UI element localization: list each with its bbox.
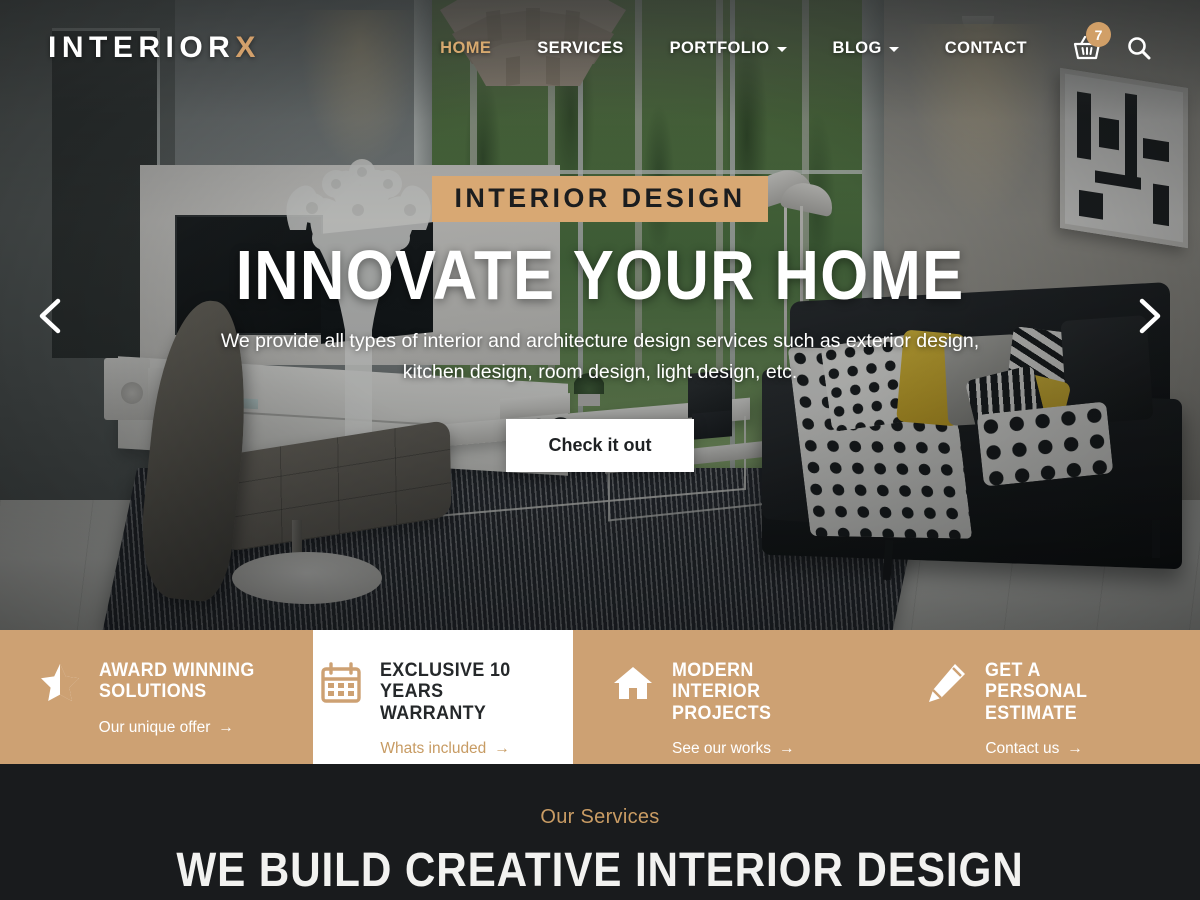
pencil-icon: [925, 662, 967, 708]
arrow-right-icon: →: [218, 718, 234, 736]
feature-title: AWARD WINNING SOLUTIONS: [98, 660, 255, 703]
nav-label: HOME: [440, 38, 492, 57]
nav-label: CONTACT: [944, 38, 1027, 57]
main-navigation: HOME SERVICES PORTFOLIO BLOG CONTACT 7: [417, 22, 1152, 63]
search-icon: [1128, 37, 1151, 60]
site-logo[interactable]: INTERIORX: [48, 31, 261, 65]
nav-label: BLOG: [832, 38, 882, 57]
calendar-icon: [320, 662, 362, 708]
nav-item-contact[interactable]: CONTACT: [922, 39, 1050, 58]
feature-link[interactable]: See our works →: [672, 740, 840, 758]
nav-item-services[interactable]: SERVICES: [514, 39, 646, 58]
arrow-right-icon: →: [1067, 739, 1083, 757]
feature-card-award[interactable]: AWARD WINNING SOLUTIONS Our unique offer…: [0, 630, 313, 764]
feature-link-label: Contact us: [985, 739, 1060, 757]
hero-headline: INNOVATE YOUR HOME: [235, 236, 965, 315]
nav-label: PORTFOLIO: [669, 38, 770, 57]
hero-eyebrow-badge: INTERIOR DESIGN: [432, 176, 768, 223]
nav-item-home[interactable]: HOME: [417, 39, 514, 58]
hero-cta-button[interactable]: Check it out: [506, 418, 694, 472]
chevron-right-icon: [1139, 298, 1161, 334]
cart-count-badge: 7: [1086, 22, 1111, 47]
feature-link-label: Whats included: [380, 739, 487, 757]
chevron-left-icon: [39, 298, 61, 334]
nav-item-portfolio[interactable]: PORTFOLIO: [647, 39, 810, 58]
feature-link[interactable]: Our unique offer →: [99, 719, 267, 737]
arrow-right-icon: →: [779, 739, 795, 757]
feature-body: MODERN INTERIOR PROJECTS See our works →: [672, 660, 840, 758]
chevron-down-icon: [888, 46, 899, 52]
feature-title: EXCLUSIVE 10 YEARS WARRANTY: [380, 660, 511, 724]
arrow-right-icon: →: [494, 739, 510, 757]
chevron-down-icon: [776, 46, 787, 52]
feature-body: EXCLUSIVE 10 YEARS WARRANTY Whats includ…: [380, 660, 558, 758]
cart-button[interactable]: 7: [1072, 22, 1111, 63]
star-icon: [39, 662, 81, 708]
logo-text-accent: X: [235, 31, 261, 64]
nav-label: SERVICES: [537, 38, 624, 57]
hero-subtitle: We provide all types of interior and arc…: [220, 329, 980, 384]
feature-card-projects[interactable]: MODERN INTERIOR PROJECTS See our works →: [573, 630, 886, 764]
feature-body: GET A PERSONAL ESTIMATE Contact us →: [985, 660, 1153, 758]
nav-item-blog[interactable]: BLOG: [810, 39, 922, 58]
features-bar: AWARD WINNING SOLUTIONS Our unique offer…: [0, 630, 1200, 764]
slider-next-button[interactable]: [1122, 288, 1178, 344]
site-header: INTERIORX HOME SERVICES PORTFOLIO BLOG C…: [0, 0, 1200, 96]
services-section: Our Services WE BUILD CREATIVE INTERIOR …: [0, 764, 1200, 900]
feature-card-warranty[interactable]: EXCLUSIVE 10 YEARS WARRANTY Whats includ…: [313, 630, 574, 764]
feature-card-estimate[interactable]: GET A PERSONAL ESTIMATE Contact us →: [887, 630, 1200, 764]
feature-body: AWARD WINNING SOLUTIONS Our unique offer…: [99, 660, 267, 737]
services-title: WE BUILD CREATIVE INTERIOR DESIGN: [176, 844, 1024, 897]
slider-prev-button[interactable]: [22, 288, 78, 344]
feature-link-label: See our works: [671, 739, 772, 757]
header-icons: 7: [1072, 22, 1152, 63]
feature-link-label: Our unique offer: [98, 718, 211, 736]
services-eyebrow: Our Services: [540, 806, 660, 828]
feature-link[interactable]: Whats included →: [380, 740, 558, 758]
search-button[interactable]: [1126, 35, 1152, 61]
logo-text-main: INTERIOR: [48, 31, 236, 64]
page-root: INTERIOR DESIGN INNOVATE YOUR HOME We pr…: [0, 0, 1200, 900]
feature-link[interactable]: Contact us →: [985, 740, 1153, 758]
feature-title: MODERN INTERIOR PROJECTS: [671, 660, 772, 724]
feature-title: GET A PERSONAL ESTIMATE: [985, 660, 1088, 724]
house-icon: [612, 662, 654, 708]
